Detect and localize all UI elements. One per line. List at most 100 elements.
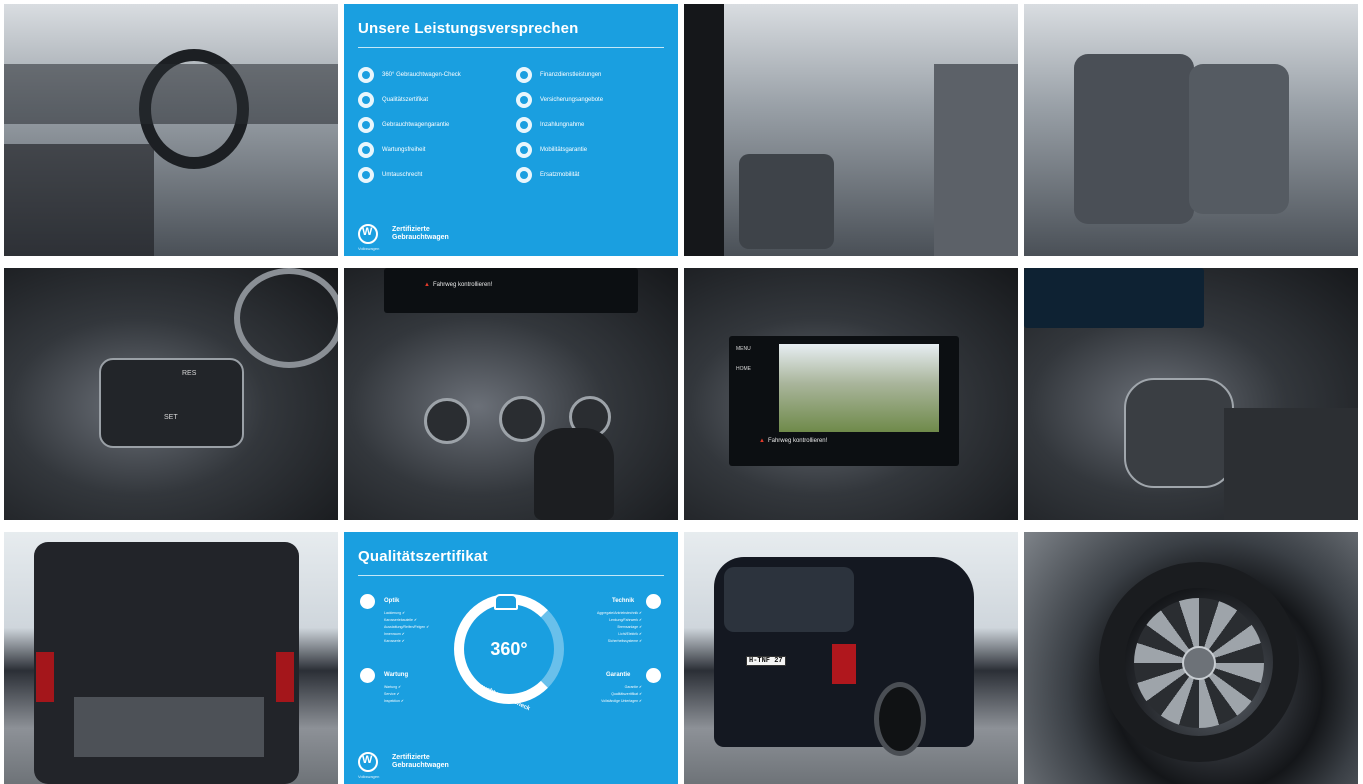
promo-item-label: Umtauschrecht — [382, 171, 423, 178]
floor-mat-shape — [1224, 408, 1358, 520]
promo-item-label: Qualitätszertifikat — [382, 96, 429, 103]
garantie-bullets: Garantie ✔ Qualitätszertifikat ✔ Vollstä… — [572, 684, 642, 705]
photo-infotainment[interactable]: MENU HOME ▲ Fahrweg kontrollieren! — [684, 268, 1018, 520]
promo-item: Gebrauchtwagengarantie — [358, 112, 506, 137]
photo-dashboard[interactable] — [4, 4, 338, 256]
photo-open-trunk[interactable] — [4, 532, 338, 784]
insurance-icon — [516, 91, 532, 108]
bullet: Aggregate/Antriebstechnik ✔ — [597, 611, 642, 615]
mobility-icon — [516, 141, 532, 158]
cert-section-optik: Optik — [384, 598, 400, 604]
taillight-right-shape — [276, 652, 294, 702]
finance-icon — [516, 66, 532, 83]
promo-item-label: Ersatzmobilität — [540, 171, 580, 178]
photo-steering-buttons[interactable]: RES SET — [4, 268, 338, 520]
photo-rear-exterior[interactable]: H-TNF 27 — [684, 532, 1018, 784]
promo-item-label: Gebrauchtwagengarantie — [382, 121, 450, 128]
technik-bullets: Aggregate/Antriebstechnik ✔ Lenkung/Fahr… — [572, 610, 642, 645]
check-360-ring: 360° — [454, 594, 564, 704]
promo-item-label: Versicherungsangebote — [540, 96, 604, 103]
bullet: Garantie ✔ — [624, 685, 642, 689]
promo-item: Umtauschrecht — [358, 162, 506, 187]
bullet: Service ✔ — [384, 692, 400, 696]
promo-item: Mobilitätsgarantie — [516, 137, 664, 162]
taillight-left-shape — [36, 652, 54, 702]
photo-front-seats[interactable] — [684, 4, 1018, 256]
cert-divider — [358, 575, 664, 576]
gear-lever-shape — [534, 428, 614, 520]
brand-text: Zertifizierte Gebrauchtwagen — [392, 754, 449, 770]
button-cluster-shape — [99, 358, 244, 448]
cert-section-technik: Technik — [612, 598, 635, 604]
promo-item-label: Mobilitätsgarantie — [540, 146, 588, 153]
seat-right-shape — [1189, 64, 1289, 214]
promo-item-label: Inzahlungnahme — [540, 121, 585, 128]
bullet: Vollständige Unterlagen ✔ — [601, 699, 642, 703]
brand-line-2: Gebrauchtwagen — [392, 234, 449, 241]
wrench-icon — [358, 141, 374, 158]
door-frame-shape — [684, 4, 724, 256]
set-button-label: SET — [164, 414, 178, 421]
bullet: Inspektion ✔ — [384, 699, 404, 703]
photo-alloy-wheel[interactable] — [1024, 532, 1358, 784]
replacement-car-icon — [516, 166, 532, 183]
promo-qualitaetszertifikat[interactable]: Qualitätszertifikat Optik Lackierung ✔ K… — [344, 532, 678, 784]
promo-item-label: Finanzdienstleistungen — [540, 71, 602, 78]
bullet: Sicherheitssysteme ✔ — [607, 639, 642, 643]
trunk-floor-shape — [74, 697, 264, 757]
photo-climate-controls[interactable]: ▲ Fahrweg kontrollieren! — [344, 268, 678, 520]
promo-item: Inzahlungnahme — [516, 112, 664, 137]
dashboard-shape — [4, 64, 338, 124]
car-icon — [494, 594, 518, 610]
promo-item: 360° Gebrauchtwagen-Check — [358, 62, 506, 87]
brand-line-2: Gebrauchtwagen — [392, 762, 449, 769]
vw-brand-block: Zertifizierte Gebrauchtwagen Volkswagen — [358, 752, 449, 779]
bullet: Lackierung ✔ — [384, 611, 406, 615]
screen-home-label: HOME — [736, 366, 751, 372]
optik-icon — [360, 594, 375, 609]
key-icon — [516, 116, 532, 133]
screen-warning: ▲ Fahrweg kontrollieren! — [424, 282, 493, 288]
cert-section-garantie: Garantie — [606, 672, 631, 678]
bullet: Karosserie ✔ — [384, 639, 405, 643]
check-360-label: 360° — [490, 638, 528, 659]
rear-window-shape — [724, 567, 854, 632]
certificate-icon — [358, 91, 374, 108]
seat-shape — [739, 154, 834, 249]
technik-icon — [646, 594, 661, 609]
garantie-icon — [646, 668, 661, 683]
vw-logo-icon — [358, 224, 378, 244]
taillight-shape — [832, 644, 856, 684]
rear-wheel-shape — [874, 682, 926, 756]
camera-warning: ▲ Fahrweg kontrollieren! — [759, 438, 828, 444]
promo-leistungsversprechen[interactable]: Unsere Leistungsversprechen 360° Gebrauc… — [344, 4, 678, 256]
bullet: Bremsanlage ✔ — [617, 625, 642, 629]
cert-title: Qualitätszertifikat — [358, 548, 488, 565]
image-gallery-grid: Unsere Leistungsversprechen 360° Gebrauc… — [4, 4, 1361, 784]
photo-rear-seats[interactable] — [1024, 4, 1358, 256]
cert-section-wartung: Wartung — [384, 672, 409, 678]
promo-item-label: Wartungsfreiheit — [382, 146, 426, 153]
top-screen-shape — [384, 268, 638, 313]
res-button-label: RES — [182, 370, 197, 377]
hub-cap-icon — [1182, 646, 1216, 680]
promo-columns: 360° Gebrauchtwagen-Check Qualitätszerti… — [358, 62, 664, 187]
promo-item: Finanzdienstleistungen — [516, 62, 664, 87]
door-panel-shape — [934, 64, 1018, 256]
bullet: Licht/Elektrik ✔ — [618, 632, 642, 636]
bullet: Karosseriebauteile ✔ — [384, 618, 417, 622]
shield-icon — [358, 116, 374, 133]
bullet: Innenraum ✔ — [384, 632, 405, 636]
promo-left-list: 360° Gebrauchtwagen-Check Qualitätszerti… — [358, 62, 506, 187]
promo-item-label: 360° Gebrauchtwagen-Check — [382, 71, 461, 78]
brand-small: Volkswagen — [358, 774, 380, 779]
wartung-icon — [360, 668, 375, 683]
promo-item: Qualitätszertifikat — [358, 87, 506, 112]
wartung-bullets: Wartung ✔ Service ✔ Inspektion ✔ — [384, 684, 404, 705]
seat-left-shape — [1074, 54, 1194, 224]
brand-line-1: Zertifizierte — [392, 226, 430, 233]
rear-camera-view — [779, 344, 939, 432]
gear-lever-shape-2 — [1124, 378, 1234, 488]
top-screen-shape-2 — [1024, 268, 1204, 328]
photo-gear-selector[interactable] — [1024, 268, 1358, 520]
